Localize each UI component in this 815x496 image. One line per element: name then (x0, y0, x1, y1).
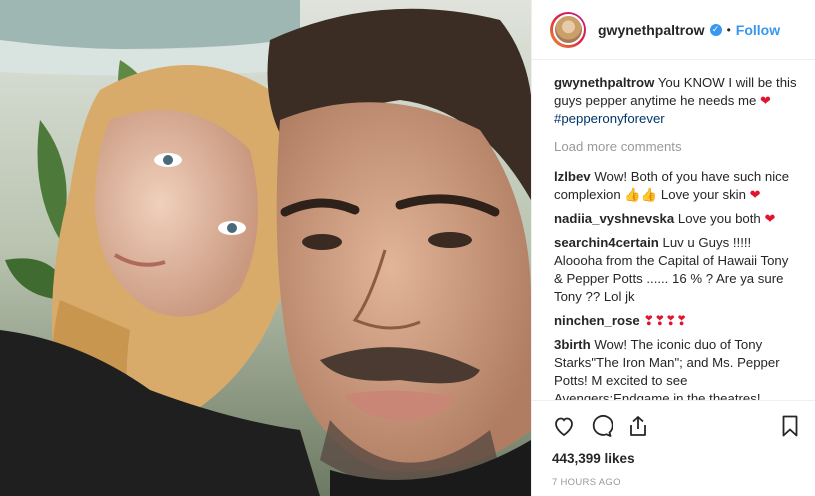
caption-hashtag[interactable]: #pepperonyforever (554, 111, 665, 126)
list-item: lzlbev Wow! Both of you have such nice c… (554, 168, 797, 204)
thumbs-up-emoji-icon: 👍👍 (624, 187, 658, 202)
comment-username[interactable]: searchin4certain (554, 235, 659, 250)
comment-text: Love your skin (660, 187, 746, 202)
list-item: ninchen_rose ❣❣❣❣ (554, 312, 797, 330)
load-more-comments-button[interactable]: Load more comments (554, 138, 797, 156)
caption: gwynethpaltrow You KNOW I will be this g… (554, 74, 797, 128)
comment-username[interactable]: 3birth (554, 337, 591, 352)
red-heart-emoji-icon: ❤ (760, 93, 771, 108)
heart-emoji-icon: ❤ (764, 211, 776, 226)
post-details-panel: gwynethpaltrow ✓ • Follow gwynethpaltrow… (531, 0, 815, 496)
avatar[interactable] (550, 11, 586, 48)
separator-dot: • (726, 22, 731, 37)
comments-list: gwynethpaltrow You KNOW I will be this g… (532, 60, 815, 400)
list-item: searchin4certain Luv u Guys !!!!! Aloooh… (554, 234, 797, 306)
list-item: 3birth Wow! The iconic duo of Tony Stark… (554, 336, 797, 400)
likes-count[interactable]: 443,399 likes (552, 451, 802, 466)
comment-text: Love you both (677, 211, 761, 226)
comment-username[interactable]: nadiia_vyshnevska (554, 211, 674, 226)
post-actions: 443,399 likes 7 HOURS AGO (532, 400, 815, 488)
share-icon[interactable] (626, 414, 650, 438)
heart-outline-icon[interactable] (552, 414, 576, 438)
post-header: gwynethpaltrow ✓ • Follow (532, 0, 815, 60)
comment-username[interactable]: lzlbev (554, 169, 591, 184)
comment-username[interactable]: ninchen_rose (554, 313, 640, 328)
comment-bubble-icon[interactable] (589, 414, 613, 438)
post-photo[interactable] (0, 0, 531, 496)
post-username[interactable]: gwynethpaltrow (598, 22, 705, 38)
action-icons (552, 411, 802, 441)
selfie-image (0, 0, 531, 496)
post-timestamp[interactable]: 7 HOURS AGO (552, 477, 802, 488)
avatar-image (552, 14, 584, 45)
verified-badge-icon: ✓ (709, 23, 722, 36)
bookmark-icon[interactable] (778, 414, 802, 438)
list-item: nadiia_vyshnevska Love you both ❤ (554, 210, 797, 228)
sparkling-heart-emoji-icon: ❤ (749, 187, 761, 202)
heart-emojis-icon: ❣❣❣❣ (643, 313, 687, 328)
caption-username[interactable]: gwynethpaltrow (554, 75, 654, 90)
follow-button[interactable]: Follow (736, 22, 780, 38)
